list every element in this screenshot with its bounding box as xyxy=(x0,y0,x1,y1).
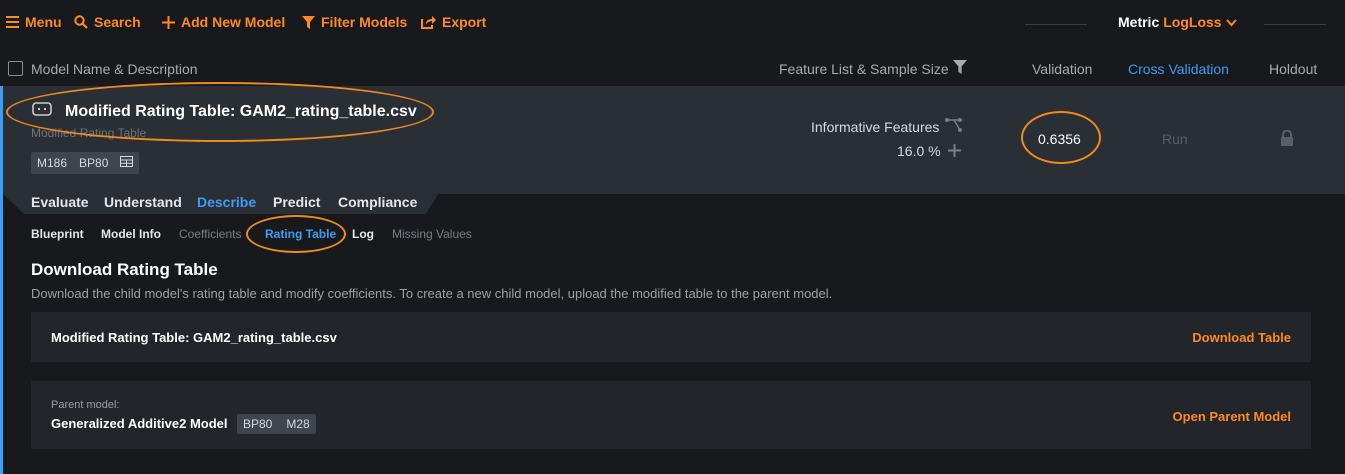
parent-model-label: Parent model: xyxy=(51,399,120,411)
metric-label: Metric xyxy=(1118,14,1160,30)
filter-icon xyxy=(302,15,315,29)
metric-selector[interactable]: Metric LogLoss xyxy=(1118,14,1237,30)
parent-model-card: Parent model: Generalized Additive2 Mode… xyxy=(31,381,1311,449)
model-row[interactable]: Modified Rating Table: GAM2_rating_table… xyxy=(0,86,1345,194)
model-title[interactable]: Modified Rating Table: GAM2_rating_table… xyxy=(65,103,417,121)
section-title: Download Rating Table xyxy=(31,260,218,279)
rating-table-card: Modified Rating Table: GAM2_rating_table… xyxy=(31,312,1311,362)
filter-models-label: Filter Models xyxy=(321,14,408,30)
subtab-log[interactable]: Log xyxy=(352,227,374,241)
export-icon xyxy=(421,15,436,29)
select-all-checkbox[interactable] xyxy=(8,61,23,76)
rating-table-name: Modified Rating Table: GAM2_rating_table… xyxy=(51,330,337,345)
add-new-model-button[interactable]: Add New Model xyxy=(162,14,285,30)
parent-model-badges: BP80 M28 xyxy=(237,414,316,434)
plus-icon[interactable] xyxy=(948,144,961,162)
holdout-header[interactable]: Holdout xyxy=(1269,61,1317,77)
cross-validation-header[interactable]: Cross Validation xyxy=(1128,61,1229,77)
subtab-coefficients[interactable]: Coefficients xyxy=(179,227,241,241)
plus-icon xyxy=(162,15,175,29)
filter-icon[interactable] xyxy=(953,60,967,77)
chevron-down-icon xyxy=(1225,14,1237,30)
model-name-header[interactable]: Model Name & Description xyxy=(31,61,198,77)
download-table-button[interactable]: Download Table xyxy=(1192,330,1291,345)
export-label: Export xyxy=(442,14,487,30)
search-icon xyxy=(74,15,88,29)
feature-list-header[interactable]: Feature List & Sample Size xyxy=(779,61,949,77)
divider xyxy=(1264,24,1326,25)
validation-header[interactable]: Validation xyxy=(1032,61,1092,77)
toolbar: Menu Search Add New Model Filter Models … xyxy=(0,0,1345,46)
run-cross-validation-button[interactable]: Run xyxy=(1162,131,1188,147)
hamburger-icon xyxy=(6,16,19,28)
subtab-rating-table[interactable]: Rating Table xyxy=(265,227,336,241)
model-id-badge: M186 xyxy=(37,156,68,170)
blueprint-badge: BP80 xyxy=(79,156,109,170)
model-badges: M186 BP80 xyxy=(31,152,140,174)
open-parent-model-button[interactable]: Open Parent Model xyxy=(1173,409,1291,424)
feature-list-name[interactable]: Informative Features xyxy=(811,119,939,135)
lock-icon xyxy=(1280,129,1294,151)
search-button[interactable]: Search xyxy=(74,14,141,30)
parent-blueprint-badge: BP80 xyxy=(243,417,273,431)
subtab-missing-values[interactable]: Missing Values xyxy=(392,227,472,241)
parent-model-id-badge: M28 xyxy=(286,417,310,431)
validation-score: 0.6356 xyxy=(1038,131,1081,147)
menu-button[interactable]: Menu xyxy=(6,14,62,30)
divider xyxy=(1025,24,1087,25)
menu-label: Menu xyxy=(25,14,62,30)
leaderboard-header: Model Name & Description Feature List & … xyxy=(0,52,1345,86)
tab-describe[interactable]: Describe xyxy=(197,194,256,210)
share-icon[interactable] xyxy=(944,117,963,138)
model-subtitle: Modified Rating Table xyxy=(31,126,147,140)
section-description: Download the child model's rating table … xyxy=(31,286,833,301)
export-button[interactable]: Export xyxy=(421,14,486,30)
subtab-blueprint[interactable]: Blueprint xyxy=(31,227,84,241)
tab-understand[interactable]: Understand xyxy=(104,194,182,210)
model-icon xyxy=(32,102,52,121)
search-label: Search xyxy=(94,14,141,30)
metric-value: LogLoss xyxy=(1163,14,1222,30)
selection-accent xyxy=(0,194,3,474)
tab-compliance[interactable]: Compliance xyxy=(338,194,417,210)
table-icon xyxy=(120,156,134,170)
subtab-model-info[interactable]: Model Info xyxy=(101,227,161,241)
filter-models-button[interactable]: Filter Models xyxy=(302,14,407,30)
parent-model-name: Generalized Additive2 Model xyxy=(51,416,228,431)
tab-predict[interactable]: Predict xyxy=(273,194,320,210)
add-new-model-label: Add New Model xyxy=(181,14,286,30)
sample-size: 16.0 % xyxy=(897,143,941,159)
tab-evaluate[interactable]: Evaluate xyxy=(31,194,89,210)
